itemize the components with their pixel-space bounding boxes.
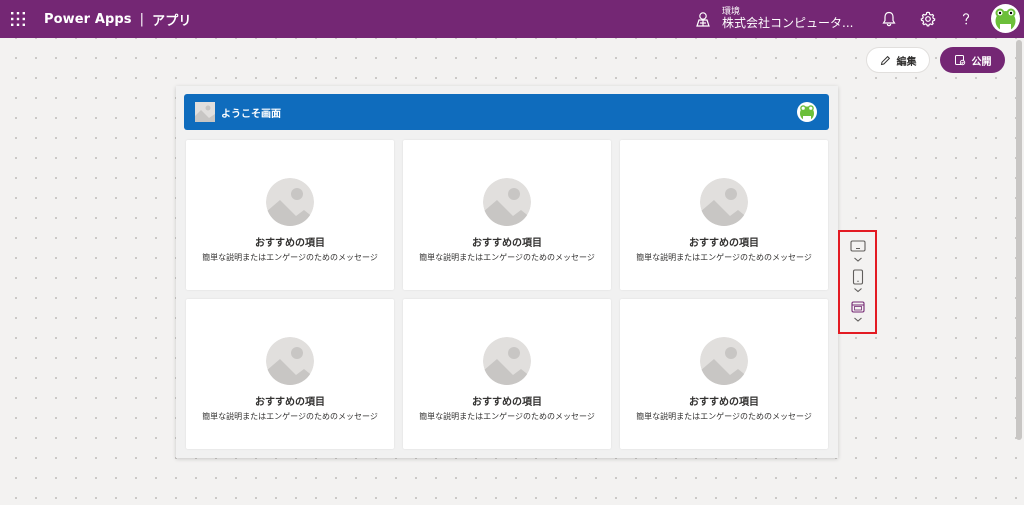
card-grid: おすすめの項目 簡単な説明またはエンゲージのためのメッセージ おすすめの項目 簡… (186, 140, 829, 450)
image-placeholder-icon (700, 178, 748, 226)
card-description: 簡単な説明またはエンゲージのためのメッセージ (202, 253, 378, 262)
card[interactable]: おすすめの項目 簡単な説明またはエンゲージのためのメッセージ (186, 140, 394, 290)
image-placeholder-icon (483, 178, 531, 226)
card[interactable]: おすすめの項目 簡単な説明またはエンゲージのためのメッセージ (620, 299, 828, 449)
tablet-device-option[interactable] (848, 238, 868, 268)
brand-separator: | (139, 11, 145, 27)
environment-icon (696, 12, 710, 27)
waffle-icon[interactable] (11, 12, 25, 26)
top-bar: Power Apps | アプリ 環境 株式会社コンピュータ... (0, 0, 1024, 38)
image-placeholder-icon (700, 337, 748, 385)
card-description: 簡単な説明またはエンゲージのためのメッセージ (636, 412, 812, 421)
publish-icon (954, 55, 965, 66)
image-placeholder-icon (266, 337, 314, 385)
edit-label: 編集 (896, 56, 917, 68)
edit-button[interactable]: 編集 (866, 47, 930, 73)
publish-label: 公開 (971, 56, 992, 68)
card-description: 簡単な説明またはエンゲージのためのメッセージ (202, 412, 378, 421)
card-title: おすすめの項目 (472, 397, 542, 408)
gear-icon[interactable] (918, 9, 938, 29)
app-name[interactable]: Power Apps (44, 12, 132, 27)
publish-button[interactable]: 公開 (940, 47, 1005, 73)
card-title: おすすめの項目 (472, 238, 542, 249)
brand: Power Apps | アプリ (44, 0, 191, 38)
image-placeholder-icon (195, 102, 215, 122)
image-placeholder-icon (483, 337, 531, 385)
environment-picker[interactable]: 環境 株式会社コンピュータ... (694, 4, 853, 34)
help-icon[interactable] (956, 9, 976, 29)
tablet-icon (850, 240, 866, 262)
card-description: 簡単な説明またはエンゲージのためのメッセージ (419, 412, 595, 421)
card[interactable]: おすすめの項目 簡単な説明またはエンゲージのためのメッセージ (620, 140, 828, 290)
web-device-option[interactable] (848, 298, 868, 328)
phone-icon (852, 269, 864, 293)
card[interactable]: おすすめの項目 簡単な説明またはエンゲージのためのメッセージ (403, 299, 611, 449)
environment-name: 株式会社コンピュータ... (722, 16, 854, 31)
avatar[interactable] (991, 4, 1020, 33)
header-avatar[interactable] (797, 102, 817, 122)
section-name[interactable]: アプリ (152, 10, 191, 29)
app-header: ようこそ画面 (184, 94, 829, 130)
app-header-title: ようこそ画面 (221, 108, 281, 120)
card-title: おすすめの項目 (689, 238, 759, 249)
card[interactable]: おすすめの項目 簡単な説明またはエンゲージのためのメッセージ (186, 299, 394, 449)
card[interactable]: おすすめの項目 簡単な説明またはエンゲージのためのメッセージ (403, 140, 611, 290)
vertical-scrollbar[interactable] (1016, 40, 1022, 440)
card-title: おすすめの項目 (689, 397, 759, 408)
image-placeholder-icon (266, 178, 314, 226)
card-description: 簡単な説明またはエンゲージのためのメッセージ (419, 253, 595, 262)
card-title: おすすめの項目 (255, 238, 325, 249)
device-selector (838, 230, 877, 334)
app-canvas: ようこそ画面 おすすめの項目 簡単な説明またはエンゲージのためのメッセージ おす… (176, 86, 838, 458)
bell-icon[interactable] (879, 9, 899, 29)
card-title: おすすめの項目 (255, 397, 325, 408)
pencil-icon (880, 55, 890, 65)
phone-device-option[interactable] (848, 268, 868, 298)
card-description: 簡単な説明またはエンゲージのためのメッセージ (636, 253, 812, 262)
web-icon (851, 301, 865, 322)
